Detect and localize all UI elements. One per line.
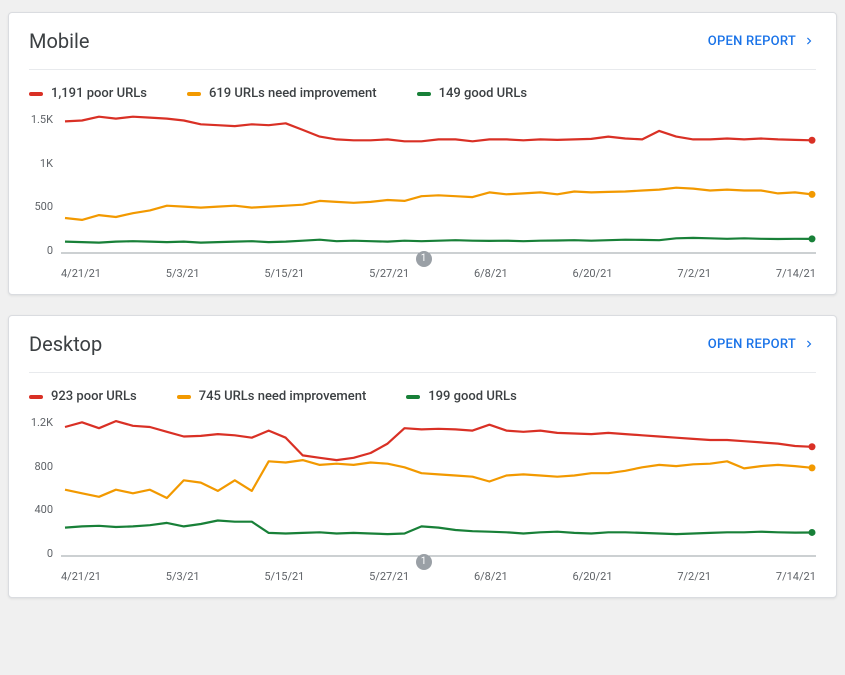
legend-desktop: 923 poor URLs 745 URLs need improvement … <box>29 373 816 410</box>
y-tick: 0 <box>47 244 53 257</box>
legend-item-poor: 923 poor URLs <box>29 389 137 404</box>
legend-swatch-poor <box>29 92 43 96</box>
legend-item-poor: 1,191 poor URLs <box>29 86 147 101</box>
legend-swatch-need <box>177 395 191 399</box>
card-header: Mobile OPEN REPORT <box>29 29 816 70</box>
x-tick: 6/8/21 <box>474 570 508 583</box>
y-tick: 500 <box>34 200 53 213</box>
x-tick: 6/20/21 <box>573 267 613 280</box>
x-tick: 5/15/21 <box>264 570 304 583</box>
y-axis-desktop: 1.2K 800 400 0 <box>29 410 61 560</box>
legend-item-need: 745 URLs need improvement <box>177 389 367 404</box>
plot-mobile <box>61 107 816 257</box>
y-tick: 1K <box>40 157 53 170</box>
x-tick: 6/20/21 <box>573 570 613 583</box>
legend-label-need: 745 URLs need improvement <box>199 389 367 404</box>
x-axis-desktop: 4/21/21 5/3/21 5/15/21 5/27/21 6/8/21 6/20/21… <box>61 560 816 587</box>
open-report-link-mobile[interactable]: OPEN REPORT <box>708 34 816 49</box>
x-tick: 5/27/21 <box>369 570 409 583</box>
x-tick: 5/27/21 <box>369 267 409 280</box>
chart-mobile: 1.5K 1K 500 0 1 4/21/21 5/3/21 5/15/21 5/27/21… <box>29 107 816 284</box>
x-tick: 5/3/21 <box>166 570 200 583</box>
y-tick: 800 <box>34 460 53 473</box>
legend-label-need: 619 URLs need improvement <box>209 86 377 101</box>
event-marker-desktop[interactable]: 1 <box>416 554 432 570</box>
legend-swatch-good <box>406 395 420 399</box>
chart-desktop: 1.2K 800 400 0 1 4/21/21 5/3/21 5/15/21 5/27/2… <box>29 410 816 587</box>
x-tick: 6/8/21 <box>474 267 508 280</box>
x-tick: 4/21/21 <box>61 267 101 280</box>
chevron-right-icon <box>802 34 816 48</box>
x-tick: 7/14/21 <box>776 267 816 280</box>
mobile-card: Mobile OPEN REPORT 1,191 poor URLs 619 U… <box>8 12 837 295</box>
event-marker-mobile[interactable]: 1 <box>416 251 432 267</box>
legend-item-good: 149 good URLs <box>417 86 527 101</box>
legend-swatch-good <box>417 92 431 96</box>
legend-swatch-poor <box>29 395 43 399</box>
card-title-mobile: Mobile <box>29 29 89 53</box>
chevron-right-icon <box>802 337 816 351</box>
x-tick: 5/15/21 <box>264 267 304 280</box>
open-report-link-desktop[interactable]: OPEN REPORT <box>708 337 816 352</box>
x-tick: 5/3/21 <box>166 267 200 280</box>
card-title-desktop: Desktop <box>29 332 102 356</box>
x-axis-mobile: 4/21/21 5/3/21 5/15/21 5/27/21 6/8/21 6/20/21… <box>61 257 816 284</box>
legend-label-poor: 923 poor URLs <box>51 389 137 404</box>
card-header: Desktop OPEN REPORT <box>29 332 816 373</box>
x-tick: 7/2/21 <box>677 267 711 280</box>
x-tick: 7/14/21 <box>776 570 816 583</box>
y-tick: 1.5K <box>31 113 53 126</box>
legend-label-poor: 1,191 poor URLs <box>51 86 147 101</box>
x-tick: 4/21/21 <box>61 570 101 583</box>
legend-label-good: 199 good URLs <box>428 389 516 404</box>
y-tick: 1.2K <box>31 416 53 429</box>
legend-item-need: 619 URLs need improvement <box>187 86 377 101</box>
y-axis-mobile: 1.5K 1K 500 0 <box>29 107 61 257</box>
legend-label-good: 149 good URLs <box>439 86 527 101</box>
legend-mobile: 1,191 poor URLs 619 URLs need improvemen… <box>29 70 816 107</box>
open-report-label: OPEN REPORT <box>708 34 796 49</box>
x-tick: 7/2/21 <box>677 570 711 583</box>
open-report-label: OPEN REPORT <box>708 337 796 352</box>
plot-desktop <box>61 410 816 560</box>
legend-swatch-need <box>187 92 201 96</box>
y-tick: 0 <box>47 547 53 560</box>
y-tick: 400 <box>34 503 53 516</box>
legend-item-good: 199 good URLs <box>406 389 516 404</box>
desktop-card: Desktop OPEN REPORT 923 poor URLs 745 UR… <box>8 315 837 598</box>
